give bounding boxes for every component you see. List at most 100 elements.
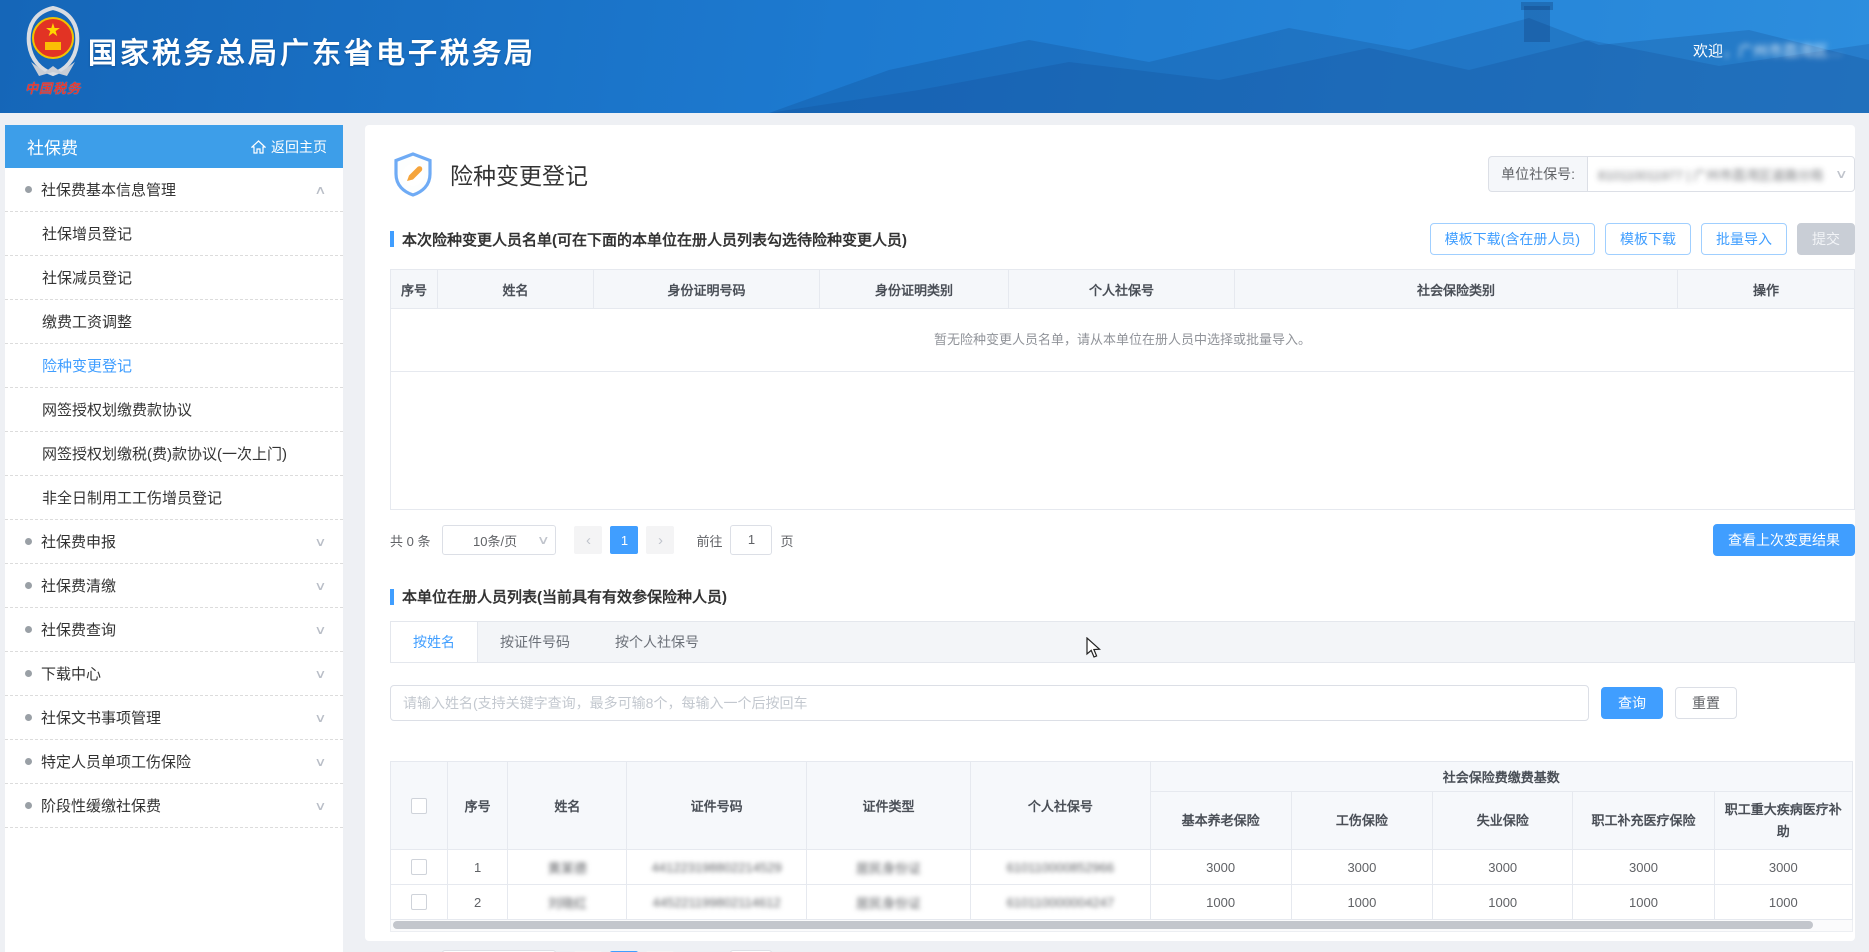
col-header-insurance-type: 社会保险类别 — [1234, 269, 1678, 309]
unit-ssn-label: 单位社保号: — [1488, 156, 1587, 192]
name-search-input[interactable] — [390, 685, 1589, 721]
sidebar-item-special-injury[interactable]: 特定人员单项工伤保险 ∨ — [5, 740, 343, 784]
page-size-select[interactable]: 10条/页 ∨ — [442, 525, 557, 555]
col-header-seq: 序号 — [390, 269, 438, 309]
sidebar-item-parttime-injury[interactable]: 非全日制用工工伤增员登记 — [5, 476, 343, 520]
sidebar-item-add-staff[interactable]: 社保增员登记 — [5, 212, 343, 256]
col-group-header-payment-base: 社会保险费缴费基数 — [1149, 761, 1853, 792]
sidebar-item-remove-staff[interactable]: 社保减员登记 — [5, 256, 343, 300]
scrollbar-thumb[interactable] — [393, 921, 1813, 929]
sidebar-item-insurance-change[interactable]: 险种变更登记 — [5, 344, 343, 388]
col-header-personal-ssn: 个人社保号 — [1008, 269, 1235, 309]
chevron-down-icon: ∨ — [314, 710, 327, 725]
submit-button[interactable]: 提交 — [1797, 223, 1855, 255]
tax-bureau-logo: ★ 中国税务 — [14, 6, 92, 97]
row-checkbox[interactable] — [411, 859, 428, 876]
sidebar-header: 社保费 返回主页 — [5, 125, 343, 168]
tab-by-name[interactable]: 按姓名 — [391, 622, 478, 662]
tab-by-id-number[interactable]: 按证件号码 — [478, 622, 593, 662]
welcome-user[interactable]: ，广州市荔湾区… — [1723, 40, 1843, 61]
col-header-seq: 序号 — [447, 761, 509, 850]
next-page-button[interactable]: › — [646, 526, 675, 554]
tab-by-personal-ssn[interactable]: 按个人社保号 — [593, 622, 722, 662]
cell-unemployment-base: 3000 — [1432, 849, 1574, 885]
bullet-icon — [25, 802, 32, 809]
sidebar-title: 社保费 — [27, 139, 78, 158]
welcome-text: 欢迎 ，广州市荔湾区… — [1693, 40, 1843, 61]
bullet-icon — [25, 582, 32, 589]
reset-button[interactable]: 重置 — [1675, 687, 1737, 719]
app-window: ★ 中国税务 国家税务总局广东省电子税务局 欢迎 ，广州市荔湾区… 社保费 返回… — [0, 0, 1869, 952]
cell-pension-base: 1000 — [1149, 884, 1292, 920]
registered-staff-table: 序号 姓名 证件号码 证件类型 个人社保号 社会保险费缴费基数 基本养老保险 工… — [389, 761, 1854, 920]
table-row: 2 刘晓红 445221199802114612 居民身份证 610110000… — [389, 884, 1854, 920]
col-header-major-illness: 职工重大疾病医疗补助 — [1713, 791, 1854, 850]
chevron-down-icon: ∨ — [536, 533, 550, 547]
chevron-down-icon: ∨ — [314, 578, 327, 593]
total-count: 共 0 条 — [390, 533, 431, 549]
col-header-id-number: 身份证明号码 — [593, 269, 820, 309]
unit-ssn-select[interactable]: 810110011977 | 广州市荔湾区道路分局 ∨ — [1587, 156, 1855, 192]
bullet-icon — [25, 538, 32, 545]
cell-pension-base: 3000 — [1149, 849, 1292, 885]
prev-page-button[interactable]: ‹ — [574, 526, 603, 554]
col-header-id-type: 身份证明类别 — [819, 269, 1009, 309]
cell-work-injury-base: 1000 — [1290, 884, 1434, 920]
chevron-down-icon: ∨ — [314, 798, 327, 813]
cell-name: 黄某德 — [507, 849, 628, 885]
select-all-cell — [389, 761, 449, 850]
chevron-up-icon: ∧ — [314, 182, 327, 197]
sidebar-item-deferred-fee[interactable]: 阶段性缓缴社保费 ∨ — [5, 784, 343, 828]
cell-seq: 1 — [447, 849, 509, 885]
horizontal-scrollbar[interactable] — [390, 920, 1853, 932]
change-list-table: 序号 姓名 身份证明号码 身份证明类别 个人社保号 社会保险类别 操作 — [390, 269, 1855, 309]
sidebar-item-fee-query[interactable]: 社保费查询 ∨ — [5, 608, 343, 652]
site-title: 国家税务总局广东省电子税务局 — [88, 38, 537, 70]
cell-id-number: 441223198802214529 — [626, 849, 807, 885]
chevron-down-icon: ∨ — [314, 534, 327, 549]
sidebar-menu: 社保费基本信息管理 ∧ 社保增员登记 社保减员登记 缴费工资调整 险种变更登记 … — [5, 168, 343, 952]
cell-major-illness-base: 3000 — [1713, 849, 1854, 885]
select-all-checkbox[interactable] — [411, 797, 428, 814]
view-last-change-result-button[interactable]: 查看上次变更结果 — [1713, 524, 1855, 556]
empty-message: 暂无险种变更人员名单，请从本单位在册人员中选择或批量导入。 — [391, 309, 1854, 372]
home-icon — [251, 139, 266, 154]
chevron-down-icon: ∨ — [314, 622, 327, 637]
back-to-home-link[interactable]: 返回主页 — [251, 137, 327, 157]
sidebar-item-basic-info-mgmt[interactable]: 社保费基本信息管理 ∧ — [5, 168, 343, 212]
goto-page-input[interactable]: 1 — [730, 525, 773, 555]
cell-id-type: 居民身份证 — [805, 884, 972, 920]
search-tabs: 按姓名 按证件号码 按个人社保号 — [390, 621, 1855, 663]
batch-import-button[interactable]: 批量导入 — [1701, 223, 1787, 255]
shield-pencil-icon — [394, 152, 432, 197]
sidebar-item-fee-declare[interactable]: 社保费申报 ∨ — [5, 520, 343, 564]
goto-label: 前往 — [696, 533, 723, 549]
bullet-icon — [25, 758, 32, 765]
seal-text: 中国税务 — [24, 81, 81, 96]
section1-title: 本次险种变更人员名单(可在下面的本单位在册人员列表勾选待险种变更人员) — [390, 229, 1430, 250]
sidebar-item-fee-clear[interactable]: 社保费清缴 ∨ — [5, 564, 343, 608]
sidebar-item-online-sign-tax[interactable]: 网签授权划缴税(费)款协议(一次上门) — [5, 432, 343, 476]
bullet-icon — [25, 714, 32, 721]
page-number-active[interactable]: 1 — [610, 526, 639, 554]
sidebar-item-download-center[interactable]: 下载中心 ∨ — [5, 652, 343, 696]
page-title: 险种变更登记 — [450, 163, 588, 189]
template-download-button[interactable]: 模板下载 — [1605, 223, 1691, 255]
template-download-with-staff-button[interactable]: 模板下载(含在册人员) — [1429, 223, 1595, 255]
pagination-top: 共 0 条 10条/页 ∨ ‹ 1 › 前往 1 页 — [390, 525, 794, 555]
main-content: 险种变更登记 单位社保号: 810110011977 | 广州市荔湾区道路分局 … — [365, 125, 1855, 952]
section2-title: 本单位在册人员列表(当前具有有效参保险种人员) — [390, 586, 1855, 607]
chevron-down-icon: ∨ — [314, 666, 327, 681]
sidebar-item-online-sign-fee[interactable]: 网签授权划缴费款协议 — [5, 388, 343, 432]
col-header-supplementary-medical: 职工补充医疗保险 — [1572, 791, 1715, 850]
col-header-work-injury: 工伤保险 — [1290, 791, 1434, 850]
query-button[interactable]: 查询 — [1601, 687, 1663, 719]
row-checkbox[interactable] — [411, 894, 428, 911]
col-header-pension: 基本养老保险 — [1149, 791, 1292, 850]
cell-seq: 2 — [447, 884, 509, 920]
sidebar-item-wage-adjust[interactable]: 缴费工资调整 — [5, 300, 343, 344]
unit-ssn-value: 810110011977 | 广州市荔湾区道路分局 — [1598, 167, 1824, 183]
cell-personal-ssn: 610110000004247 — [970, 884, 1151, 920]
sidebar-item-document-mgmt[interactable]: 社保文书事项管理 ∨ — [5, 696, 343, 740]
col-header-personal-ssn: 个人社保号 — [970, 761, 1151, 850]
